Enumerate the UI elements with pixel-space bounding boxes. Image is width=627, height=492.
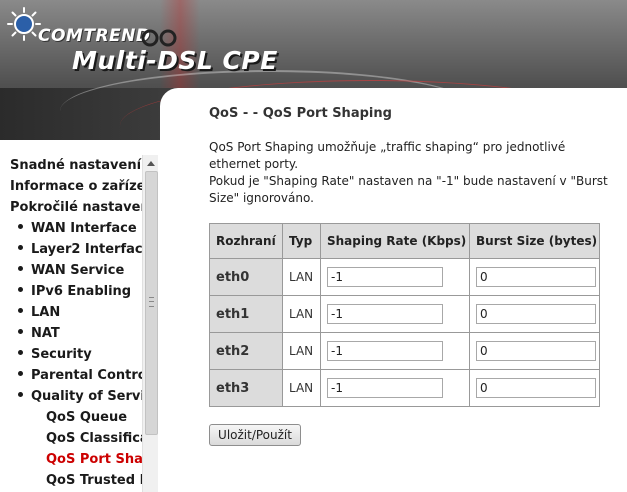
sidebar-item-label: QoS Port Shaping bbox=[46, 452, 142, 467]
comtrend-logo-icon bbox=[7, 7, 41, 41]
bullet-icon bbox=[18, 266, 23, 271]
sidebar-item-wan-interface[interactable]: WAN Interface bbox=[10, 218, 142, 239]
sidebar-item-lan[interactable]: LAN bbox=[10, 302, 142, 323]
table-row: eth2 LAN bbox=[209, 332, 600, 370]
shaping-rate-input[interactable] bbox=[327, 304, 443, 324]
header-type: Typ bbox=[282, 223, 321, 259]
grip-icon bbox=[149, 297, 154, 307]
shaping-rate-cell bbox=[320, 369, 470, 407]
burst-size-input[interactable] bbox=[476, 304, 596, 324]
page-description: QoS Port Shaping umožňuje „traffic shapi… bbox=[209, 139, 619, 207]
interface-type: LAN bbox=[282, 295, 321, 333]
sidebar-item-label: Quality of Service bbox=[31, 389, 142, 404]
burst-size-cell bbox=[469, 369, 600, 407]
shaping-rate-cell bbox=[320, 332, 470, 370]
header-burst-size: Burst Size (bytes) bbox=[469, 223, 600, 259]
sidebar-menu: Snadné nastavení Informace o zařízení Po… bbox=[10, 155, 142, 491]
sidebar-item-security[interactable]: Security bbox=[10, 344, 142, 365]
sidebar-item-layer2-interface[interactable]: Layer2 Interface bbox=[10, 239, 142, 260]
sidebar-item-ipv6-enabling[interactable]: IPv6 Enabling bbox=[10, 281, 142, 302]
shaping-rate-input[interactable] bbox=[327, 378, 443, 398]
shaping-rate-cell bbox=[320, 295, 470, 333]
table-row: eth0 LAN bbox=[209, 258, 600, 296]
product-title: Multi-DSL CPE bbox=[72, 46, 278, 75]
sidebar-item-quality-of-service[interactable]: Quality of Service bbox=[10, 386, 142, 407]
interface-name: eth3 bbox=[209, 369, 283, 407]
sidebar-item-label: Pokročilé nastavení bbox=[10, 200, 142, 215]
interface-name: eth0 bbox=[209, 258, 283, 296]
shaping-rate-input[interactable] bbox=[327, 267, 443, 287]
sidebar-item-label: QoS Trusted Mode bbox=[46, 473, 142, 488]
description-line-1: QoS Port Shaping umožňuje „traffic shapi… bbox=[209, 140, 566, 171]
bullet-icon bbox=[18, 371, 23, 376]
burst-size-cell bbox=[469, 258, 600, 296]
sidebar-item-nat[interactable]: NAT bbox=[10, 323, 142, 344]
sidebar-item-label: NAT bbox=[31, 326, 60, 341]
sidebar-item-parental-control[interactable]: Parental Control bbox=[10, 365, 142, 386]
interface-name: eth2 bbox=[209, 332, 283, 370]
save-apply-button[interactable]: Uložit/Použít bbox=[209, 424, 301, 446]
sidebar-item-quick-setup[interactable]: Snadné nastavení bbox=[10, 155, 142, 176]
bullet-icon bbox=[18, 245, 23, 250]
sidebar-item-label: Layer2 Interface bbox=[31, 242, 142, 257]
sidebar-item-label: Parental Control bbox=[31, 368, 142, 383]
burst-size-cell bbox=[469, 295, 600, 333]
sidebar-item-device-info[interactable]: Informace o zařízení bbox=[10, 176, 142, 197]
sidebar-item-label: WAN Service bbox=[31, 263, 125, 278]
sidebar: Snadné nastavení Informace o zařízení Po… bbox=[0, 155, 158, 492]
sidebar-item-qos-queue[interactable]: QoS Queue bbox=[10, 407, 142, 428]
sidebar-item-label: Security bbox=[31, 347, 92, 362]
scrollbar-thumb[interactable] bbox=[145, 171, 158, 435]
sidebar-item-wan-service[interactable]: WAN Service bbox=[10, 260, 142, 281]
bullet-icon bbox=[18, 308, 23, 313]
interface-name: eth1 bbox=[209, 295, 283, 333]
bullet-icon bbox=[18, 350, 23, 355]
header-interface: Rozhraní bbox=[209, 223, 283, 259]
bullet-icon bbox=[18, 392, 23, 397]
sidebar-scrollbar[interactable] bbox=[142, 155, 158, 492]
sidebar-item-qos-trusted-mode[interactable]: QoS Trusted Mode bbox=[10, 470, 142, 491]
brand-name: COMTREND bbox=[38, 26, 151, 46]
sidebar-item-label: QoS Classification bbox=[46, 431, 142, 446]
sidebar-item-label: LAN bbox=[31, 305, 61, 320]
shaping-rate-cell bbox=[320, 258, 470, 296]
sidebar-item-advanced-setup[interactable]: Pokročilé nastavení bbox=[10, 197, 142, 218]
arrow-up-icon bbox=[147, 160, 155, 166]
header-shaping-rate: Shaping Rate (Kbps) bbox=[320, 223, 470, 259]
interface-type: LAN bbox=[282, 369, 321, 407]
bullet-icon bbox=[18, 329, 23, 334]
sidebar-item-label: WAN Interface bbox=[31, 221, 137, 236]
sidebar-item-qos-classification[interactable]: QoS Classification bbox=[10, 428, 142, 449]
sidebar-item-label: IPv6 Enabling bbox=[31, 284, 132, 299]
burst-size-cell bbox=[469, 332, 600, 370]
port-shaping-table: Rozhraní Typ Shaping Rate (Kbps) Burst S… bbox=[209, 223, 600, 407]
table-header-row: Rozhraní Typ Shaping Rate (Kbps) Burst S… bbox=[209, 223, 600, 259]
sidebar-item-qos-port-shaping[interactable]: QoS Port Shaping bbox=[10, 449, 142, 470]
burst-size-input[interactable] bbox=[476, 378, 596, 398]
sidebar-item-label: Informace o zařízení bbox=[10, 179, 142, 194]
brand-circles-icon bbox=[141, 29, 177, 47]
sidebar-item-label: Snadné nastavení bbox=[10, 158, 142, 173]
page-title: QoS - - QoS Port Shaping bbox=[209, 106, 392, 121]
interface-type: LAN bbox=[282, 332, 321, 370]
table-row: eth1 LAN bbox=[209, 295, 600, 333]
burst-size-input[interactable] bbox=[476, 267, 596, 287]
description-line-2: Pokud je "Shaping Rate" nastaven na "-1"… bbox=[209, 174, 608, 205]
scroll-up-button[interactable] bbox=[143, 155, 158, 171]
interface-type: LAN bbox=[282, 258, 321, 296]
table-row: eth3 LAN bbox=[209, 369, 600, 407]
sidebar-item-label: QoS Queue bbox=[46, 410, 128, 425]
shaping-rate-input[interactable] bbox=[327, 341, 443, 361]
bullet-icon bbox=[18, 287, 23, 292]
burst-size-input[interactable] bbox=[476, 341, 596, 361]
bullet-icon bbox=[18, 224, 23, 229]
